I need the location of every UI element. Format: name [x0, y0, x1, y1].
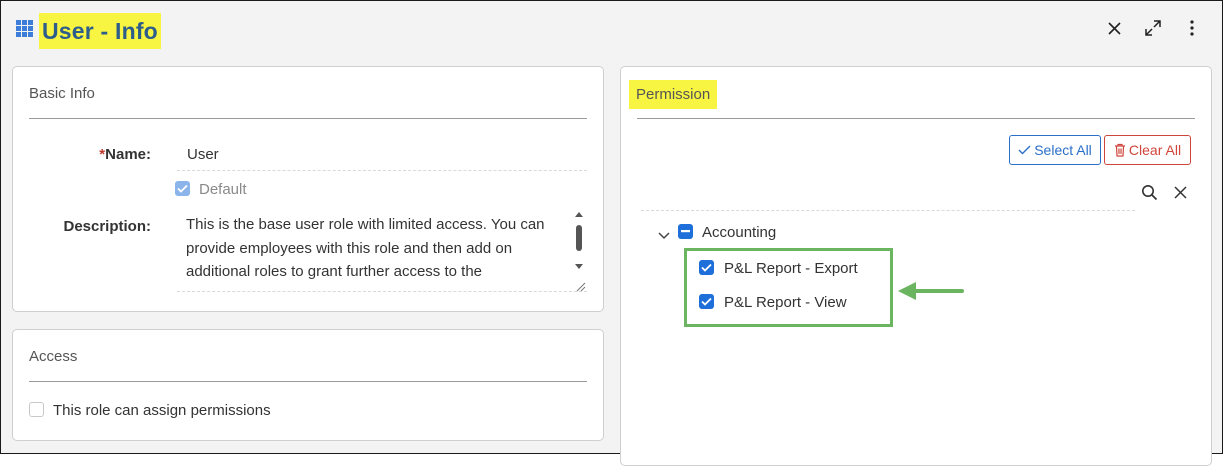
default-label: Default [199, 181, 247, 198]
name-field-underline [177, 170, 587, 171]
permission-title-highlight: Permission [629, 80, 718, 109]
description-label: Description: [63, 218, 151, 235]
pl-export-label: P&L Report - Export [724, 260, 858, 277]
accounting-label: Accounting [702, 224, 777, 241]
page-title-highlight: User - Info [39, 13, 161, 49]
assign-permissions-label: This role can assign permissions [53, 402, 271, 419]
description-scrollbar[interactable] [571, 207, 587, 277]
pl-export-checkbox[interactable] [699, 260, 714, 275]
basic-info-title: Basic Info [29, 85, 95, 102]
assign-permissions-checkbox[interactable] [29, 402, 44, 417]
permission-title: Permission [636, 86, 711, 103]
header: User - Info [1, 1, 1222, 59]
accounting-checkbox[interactable] [678, 224, 693, 239]
name-label: *Name: [99, 146, 151, 163]
description-textarea[interactable]: This is the base user role with limited … [186, 213, 566, 289]
trash-icon [1114, 143, 1125, 157]
pl-view-checkbox[interactable] [699, 294, 714, 309]
description-underline [177, 291, 587, 292]
access-panel [12, 329, 604, 441]
expand-icon[interactable] [1142, 17, 1164, 39]
name-field[interactable]: User [187, 146, 219, 163]
app-window: User - Info Basic Info *Name: User Defau… [0, 0, 1223, 466]
divider [637, 118, 1195, 119]
check-icon [1018, 145, 1031, 155]
pl-view-label: P&L Report - View [724, 294, 847, 311]
clear-search-icon[interactable] [1174, 186, 1188, 200]
clear-all-button[interactable]: Clear All [1104, 135, 1191, 165]
search-underline [641, 210, 1135, 211]
resize-handle-icon[interactable] [574, 279, 586, 292]
divider [29, 381, 587, 382]
kebab-menu-icon[interactable] [1181, 17, 1203, 39]
default-checkbox[interactable] [175, 181, 190, 196]
divider [29, 118, 587, 119]
page-title: User - Info [42, 17, 158, 44]
access-title: Access [29, 348, 78, 365]
annotation-arrow-icon [896, 280, 966, 302]
select-all-button[interactable]: Select All [1009, 135, 1101, 165]
grid-icon[interactable] [16, 20, 34, 38]
close-icon[interactable] [1103, 17, 1125, 39]
chevron-down-icon[interactable] [658, 227, 670, 240]
search-icon[interactable] [1141, 184, 1159, 202]
